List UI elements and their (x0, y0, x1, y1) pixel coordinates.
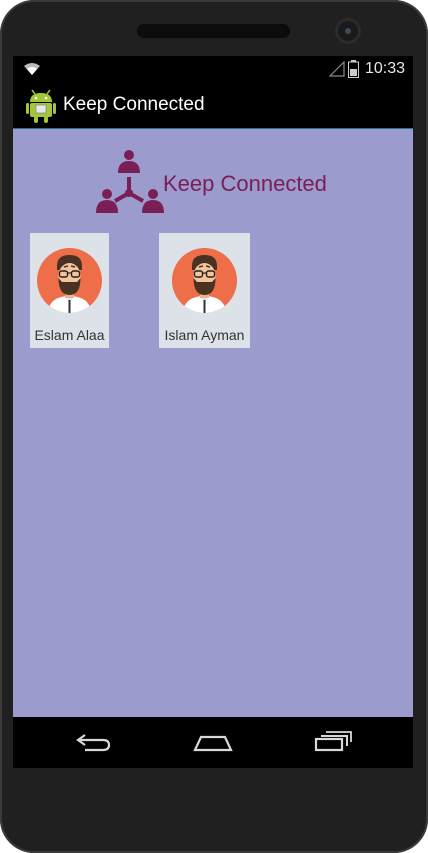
status-bar: 10:33 (13, 56, 413, 82)
back-icon[interactable] (75, 729, 113, 757)
home-icon[interactable] (193, 729, 233, 757)
contact-name: Islam Ayman (164, 327, 245, 343)
contact-card[interactable]: Eslam Alaa (30, 233, 109, 348)
main-content: Keep Connected Eslam Alaa Islam Ayman (13, 129, 413, 717)
earpiece-speaker (137, 24, 290, 38)
app-title: Keep Connected (63, 94, 205, 115)
logo-title: Keep Connected (163, 171, 327, 196)
man-avatar-icon (37, 248, 102, 317)
android-icon[interactable] (26, 89, 56, 127)
action-bar: Keep Connected (13, 82, 413, 129)
status-time: 10:33 (365, 60, 406, 77)
device-frame: 10:33 Keep Connected Keep Connected Esla… (0, 0, 428, 853)
front-camera (335, 18, 361, 44)
wifi-icon (23, 61, 41, 80)
battery-icon (348, 60, 359, 82)
screen: 10:33 Keep Connected Keep Connected Esla… (13, 56, 413, 768)
people-network-icon (96, 149, 166, 221)
navigation-bar (13, 717, 413, 768)
signal-icon (328, 60, 345, 81)
contact-card[interactable]: Islam Ayman (159, 233, 250, 348)
man-avatar-icon (172, 248, 237, 317)
recent-apps-icon[interactable] (313, 729, 353, 757)
contact-name: Eslam Alaa (34, 327, 105, 343)
